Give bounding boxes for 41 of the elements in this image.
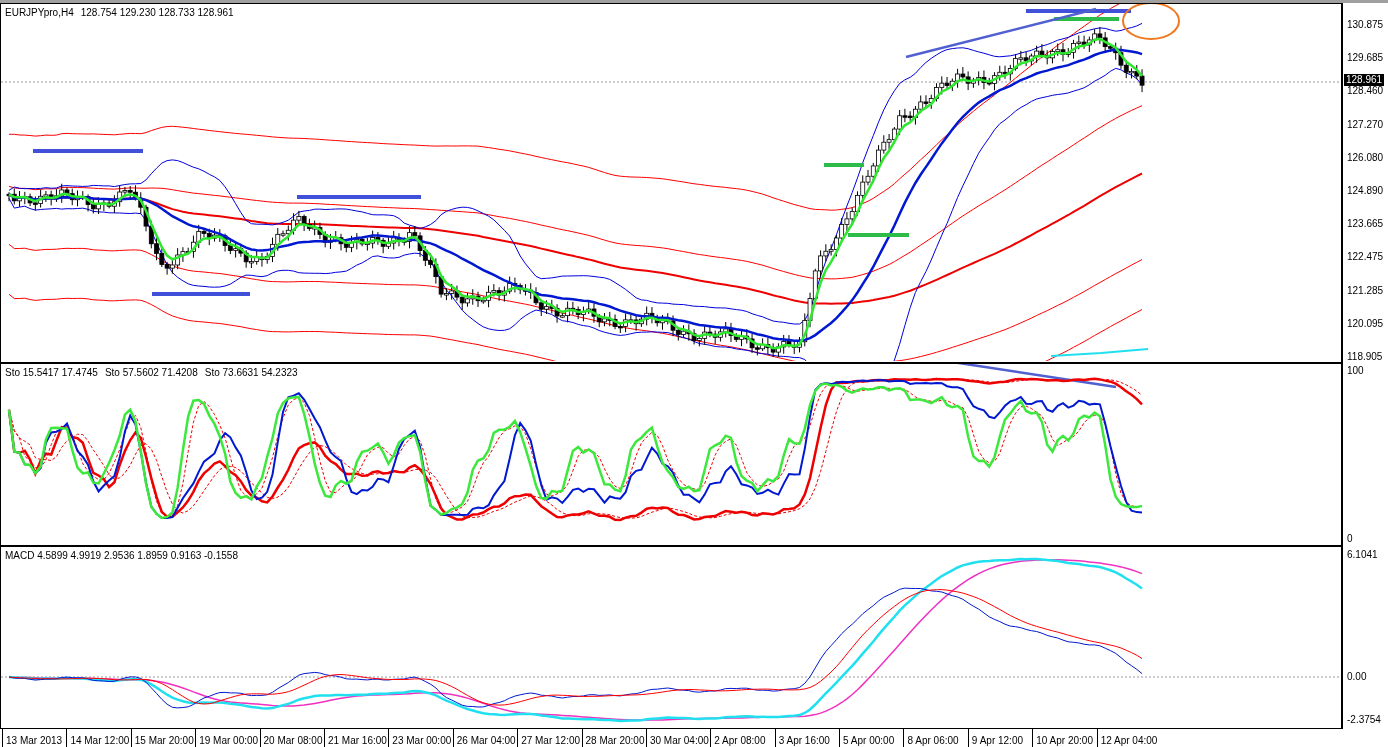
price-label: 124.890 — [1347, 184, 1385, 197]
price-label: 128.460 — [1347, 85, 1385, 98]
time-label: 14 Mar 12:00 — [66, 729, 131, 747]
time-label: 8 Apr 06:00 — [903, 729, 968, 747]
time-label: 15 Mar 20:00 — [130, 729, 196, 747]
ohlc-values: 128.754 129.230 128.733 128.961 — [80, 7, 234, 18]
time-label: 5 Apr 00:00 — [839, 729, 904, 747]
time-label: 19 Mar 00:00 — [195, 729, 260, 747]
time-label: 2 Apr 08:00 — [710, 729, 775, 747]
time-label: 21 Mar 16:00 — [323, 729, 389, 747]
stochastic-legend: Sto 57.5602 71.4208 — [104, 367, 198, 378]
time-label: 10 Apr 20:00 — [1032, 729, 1097, 747]
time-label: 9 Apr 12:00 — [967, 729, 1033, 747]
time-label: 30 Mar 04:00 — [645, 729, 711, 747]
price-label: 130.875 — [1347, 19, 1385, 31]
time-label: 26 Mar 04:00 — [452, 729, 518, 747]
price-label: 127.270 — [1347, 118, 1385, 131]
macd-axis-label: 0.00 — [1347, 671, 1367, 682]
time-label: 27 Mar 12:00 — [517, 729, 582, 747]
time-label: 12 Apr 04:00 — [1096, 729, 1162, 747]
price-label: 122.475 — [1347, 251, 1385, 264]
time-label: 28 Mar 20:00 — [581, 729, 646, 747]
macd-axis-label: -2.3754 — [1347, 714, 1381, 725]
time-label: 3 Apr 16:00 — [774, 729, 840, 747]
price-label: 126.080 — [1347, 151, 1385, 164]
price-label: 129.685 — [1347, 52, 1385, 65]
price-label: 123.665 — [1347, 218, 1385, 231]
stochastic-legend: Sto 73.6631 54.2323 — [204, 367, 298, 378]
price-label: 121.285 — [1347, 284, 1385, 297]
macd-legend: MACD 4.5899 4.9919 2.9536 1.8959 0.9163 -0.1558 — [5, 550, 238, 561]
stochastic-axis-label: 100 — [1347, 365, 1365, 376]
price-label: 120.095 — [1347, 317, 1385, 330]
time-label: 20 Mar 08:00 — [259, 729, 324, 747]
symbol-title: EURJPYpro,H4 — [5, 7, 74, 18]
stochastic-axis-label: 0 — [1347, 533, 1354, 544]
macd-axis-label: 6.1041 — [1347, 549, 1378, 560]
stochastic-legend: Sto 15.5417 17.4745 — [5, 367, 98, 378]
time-label: 23 Mar 00:00 — [388, 729, 453, 747]
price-label: 118.905 — [1347, 350, 1384, 363]
time-label: 13 Mar 2013 — [2, 729, 67, 747]
current-price-label: 128.961 — [1344, 74, 1385, 86]
